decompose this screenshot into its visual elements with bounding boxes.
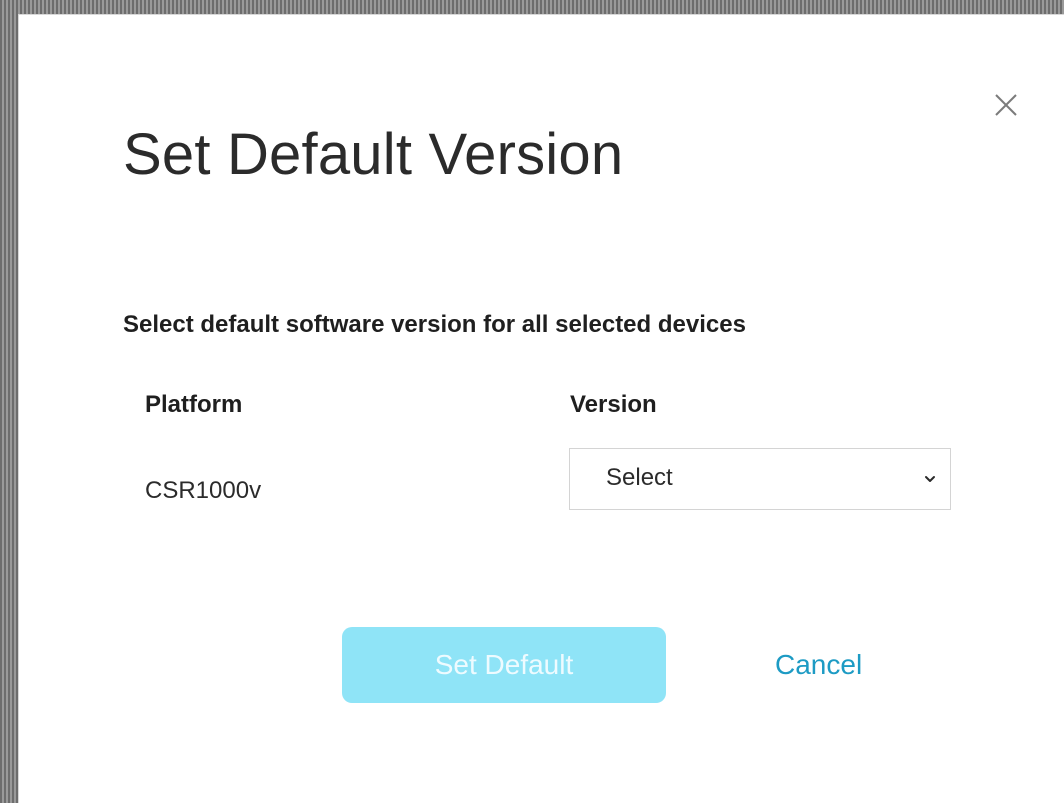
close-button[interactable] <box>986 85 1026 125</box>
chevron-down-icon <box>922 471 938 487</box>
version-column-header: Version <box>570 391 657 418</box>
version-select-value: Select <box>606 464 673 491</box>
platform-column-header: Platform <box>145 391 243 418</box>
cancel-button[interactable]: Cancel <box>775 645 862 685</box>
close-icon <box>995 94 1017 116</box>
set-default-button[interactable]: Set Default <box>342 627 666 703</box>
set-default-version-dialog: Set Default Version Select default softw… <box>18 14 1064 803</box>
version-select[interactable]: Select <box>569 448 951 510</box>
dialog-title: Set Default Version <box>123 122 624 187</box>
platform-value: CSR1000v <box>145 477 262 504</box>
dialog-subtitle: Select default software version for all … <box>123 311 746 338</box>
